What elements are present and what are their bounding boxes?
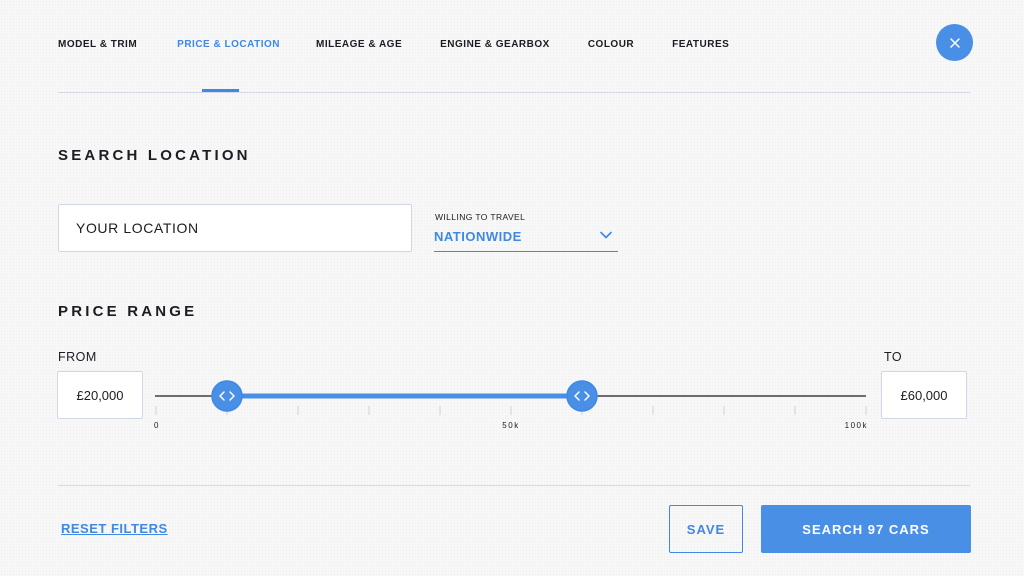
slider-tick-label: 100k	[845, 421, 868, 430]
travel-distance-select[interactable]: NATIONWIDE	[434, 226, 618, 252]
travel-distance-label: WILLING TO TRAVEL	[435, 212, 526, 222]
search-cars-button[interactable]: SEARCH 97 CARS	[761, 505, 971, 553]
tab-model-trim[interactable]: MODEL & TRIM	[58, 38, 137, 54]
slider-tick-label: 50k	[502, 421, 519, 430]
location-input[interactable]	[58, 204, 412, 252]
tab-colour[interactable]: COLOUR	[588, 38, 634, 54]
tab-features[interactable]: FEATURES	[672, 38, 729, 54]
tab-price-location[interactable]: PRICE & LOCATION	[177, 38, 280, 54]
chevron-down-icon	[600, 231, 612, 239]
close-icon	[949, 37, 960, 48]
footer-divider	[58, 485, 970, 486]
slider-handle-max[interactable]	[566, 380, 598, 412]
to-label: TO	[884, 350, 903, 364]
slider-handle-min[interactable]	[211, 380, 243, 412]
slider-tick-label: 0	[154, 421, 160, 430]
reset-filters-link[interactable]: RESET FILTERS	[61, 521, 168, 536]
search-location-title: SEARCH LOCATION	[58, 147, 251, 164]
from-label: FROM	[58, 350, 97, 364]
price-from-input[interactable]: £20,000	[57, 371, 143, 419]
tab-engine-gearbox[interactable]: ENGINE & GEARBOX	[440, 38, 550, 54]
tab-mileage-age[interactable]: MILEAGE & AGE	[316, 38, 402, 54]
header-divider	[58, 92, 970, 93]
price-to-input[interactable]: £60,000	[881, 371, 967, 419]
filter-tabs: MODEL & TRIM PRICE & LOCATION MILEAGE & …	[58, 38, 729, 54]
save-button[interactable]: SAVE	[669, 505, 743, 553]
travel-distance-value: NATIONWIDE	[434, 229, 522, 244]
close-button[interactable]	[936, 24, 973, 61]
price-range-title: PRICE RANGE	[58, 303, 198, 320]
price-range-slider[interactable]: 0 50k 100k	[150, 380, 872, 432]
